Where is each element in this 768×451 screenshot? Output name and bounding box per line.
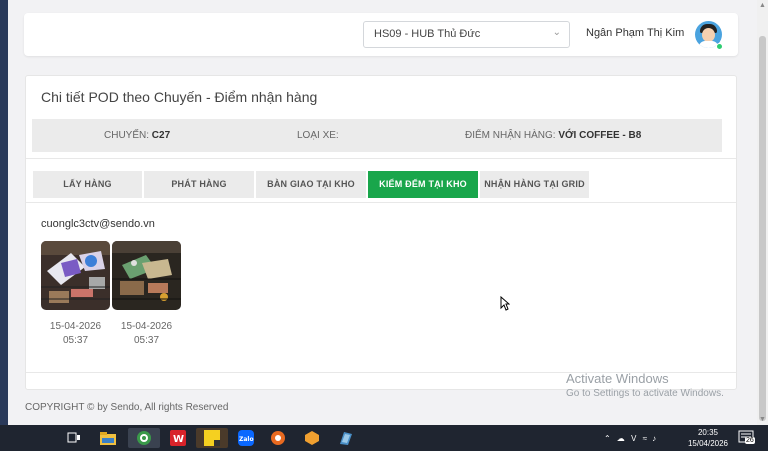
tab-bar: LẤY HÀNG PHÁT HÀNG BÀN GIAO TẠI KHO KIỂM… [33,171,591,198]
notification-center-icon[interactable]: 26 [738,430,756,446]
trip-info: CHUYẾN: C27 [104,130,170,141]
divider [26,158,736,159]
network-drive-icon[interactable]: ☁ [617,434,625,443]
photo-date: 15-04-2026 [120,321,173,332]
watermark-title: Activate Windows [566,371,669,386]
hub-select-value: HS09 - HUB Thủ Đức [374,28,481,40]
tab-lay-hang[interactable]: LẤY HÀNG [33,171,142,198]
trip-label: CHUYẾN: [104,130,150,141]
photo-timestamp: 15-04-2026 05:37 [112,320,181,348]
pickup-value: VỚI COFFEE - B8 [558,130,642,141]
vehicle-info: LOẠI XE: [297,130,339,141]
wifi-icon[interactable]: ≈ [643,434,647,443]
volume-icon[interactable]: ♪ [652,434,656,443]
pod-photo[interactable] [41,241,110,310]
pod-detail-card: Chi tiết POD theo Chuyến - Điểm nhận hàn… [25,75,737,390]
trip-value: C27 [151,130,171,141]
photo-timestamp: 15-04-2026 05:37 [41,320,110,348]
uploader-email: cuonglc3ctv@sendo.vn [41,218,155,230]
svg-text:Zalo: Zalo [239,436,254,443]
pickup-info: ĐIỂM NHẬN HÀNG: VỚI COFFEE - B8 [465,130,641,141]
show-hidden-icons-icon[interactable]: ⌃ [604,434,611,443]
clock-time: 20:35 [697,428,719,437]
coc-coc-browser-icon[interactable] [128,428,160,448]
ultraviewer-icon[interactable] [268,428,288,448]
watermark-subtitle: Go to Settings to activate Windows. [566,388,724,399]
tab-nhan-hang-tai-grid[interactable]: NHẬN HÀNG TẠI GRID [480,171,589,198]
svg-text:W: W [173,434,184,445]
scrollbar-thumb[interactable] [759,36,766,421]
tab-kiem-dem-tai-kho[interactable]: KIỂM ĐẾM TẠI KHO [368,171,478,198]
zalo-icon[interactable]: Zalo [236,428,256,448]
scroll-down-icon[interactable]: ▼ [759,416,766,423]
photo-time: 05:37 [133,335,160,346]
copyright: COPYRIGHT © by Sendo, All rights Reserve… [25,402,229,413]
tab-phat-hang[interactable]: PHÁT HÀNG [144,171,254,198]
tab-ban-giao-tai-kho[interactable]: BÀN GIAO TẠI KHO [256,171,366,198]
photo-date: 15-04-2026 [49,321,102,332]
page-title: Chi tiết POD theo Chuyến - Điểm nhận hàn… [41,89,318,105]
scroll-up-icon[interactable]: ▲ [759,2,766,9]
task-view-icon[interactable] [64,428,84,448]
clock[interactable]: 20:35 15/04/2026 [684,427,732,449]
windows-taskbar: W Zalo ⌃ ☁ Ｖ ≈ ♪ 20:35 15/04/2026 26 [0,425,768,451]
notification-count: 26 [745,437,755,444]
page-scrollbar[interactable]: ▲ ▼ [757,0,768,425]
pickup-label: ĐIỂM NHẬN HÀNG: [465,130,556,141]
sublime-text-icon[interactable] [302,428,322,448]
left-window-edge [0,0,8,425]
hub-select[interactable]: HS09 - HUB Thủ Đức ⌄ [363,21,570,48]
vehicle-label: LOẠI XE: [297,130,339,141]
pod-photo[interactable] [112,241,181,310]
wps-office-icon[interactable]: W [168,428,188,448]
chevron-down-icon: ⌄ [552,27,561,38]
tabs-divider [26,202,736,203]
activate-windows-watermark: Activate Windows Go to Settings to activ… [566,371,724,399]
user-name[interactable]: Ngân Phạm Thị Kim [586,27,684,39]
online-status-icon [716,43,723,50]
top-header: HS09 - HUB Thủ Đức ⌄ Ngân Phạm Thị Kim [24,13,738,56]
mouse-cursor-icon [500,295,511,316]
trip-info-bar: CHUYẾN: C27 LOẠI XE: ĐIỂM NHẬN HÀNG: VỚI… [32,119,722,152]
system-tray: ⌃ ☁ Ｖ ≈ ♪ [604,425,656,451]
sticky-notes-icon[interactable] [196,428,228,448]
clock-date: 15/04/2026 [687,439,729,448]
file-explorer-icon[interactable] [98,428,118,448]
app-icon[interactable] [336,428,356,448]
keyboard-lang-icon[interactable]: Ｖ [630,433,638,444]
photo-time: 05:37 [62,335,89,346]
